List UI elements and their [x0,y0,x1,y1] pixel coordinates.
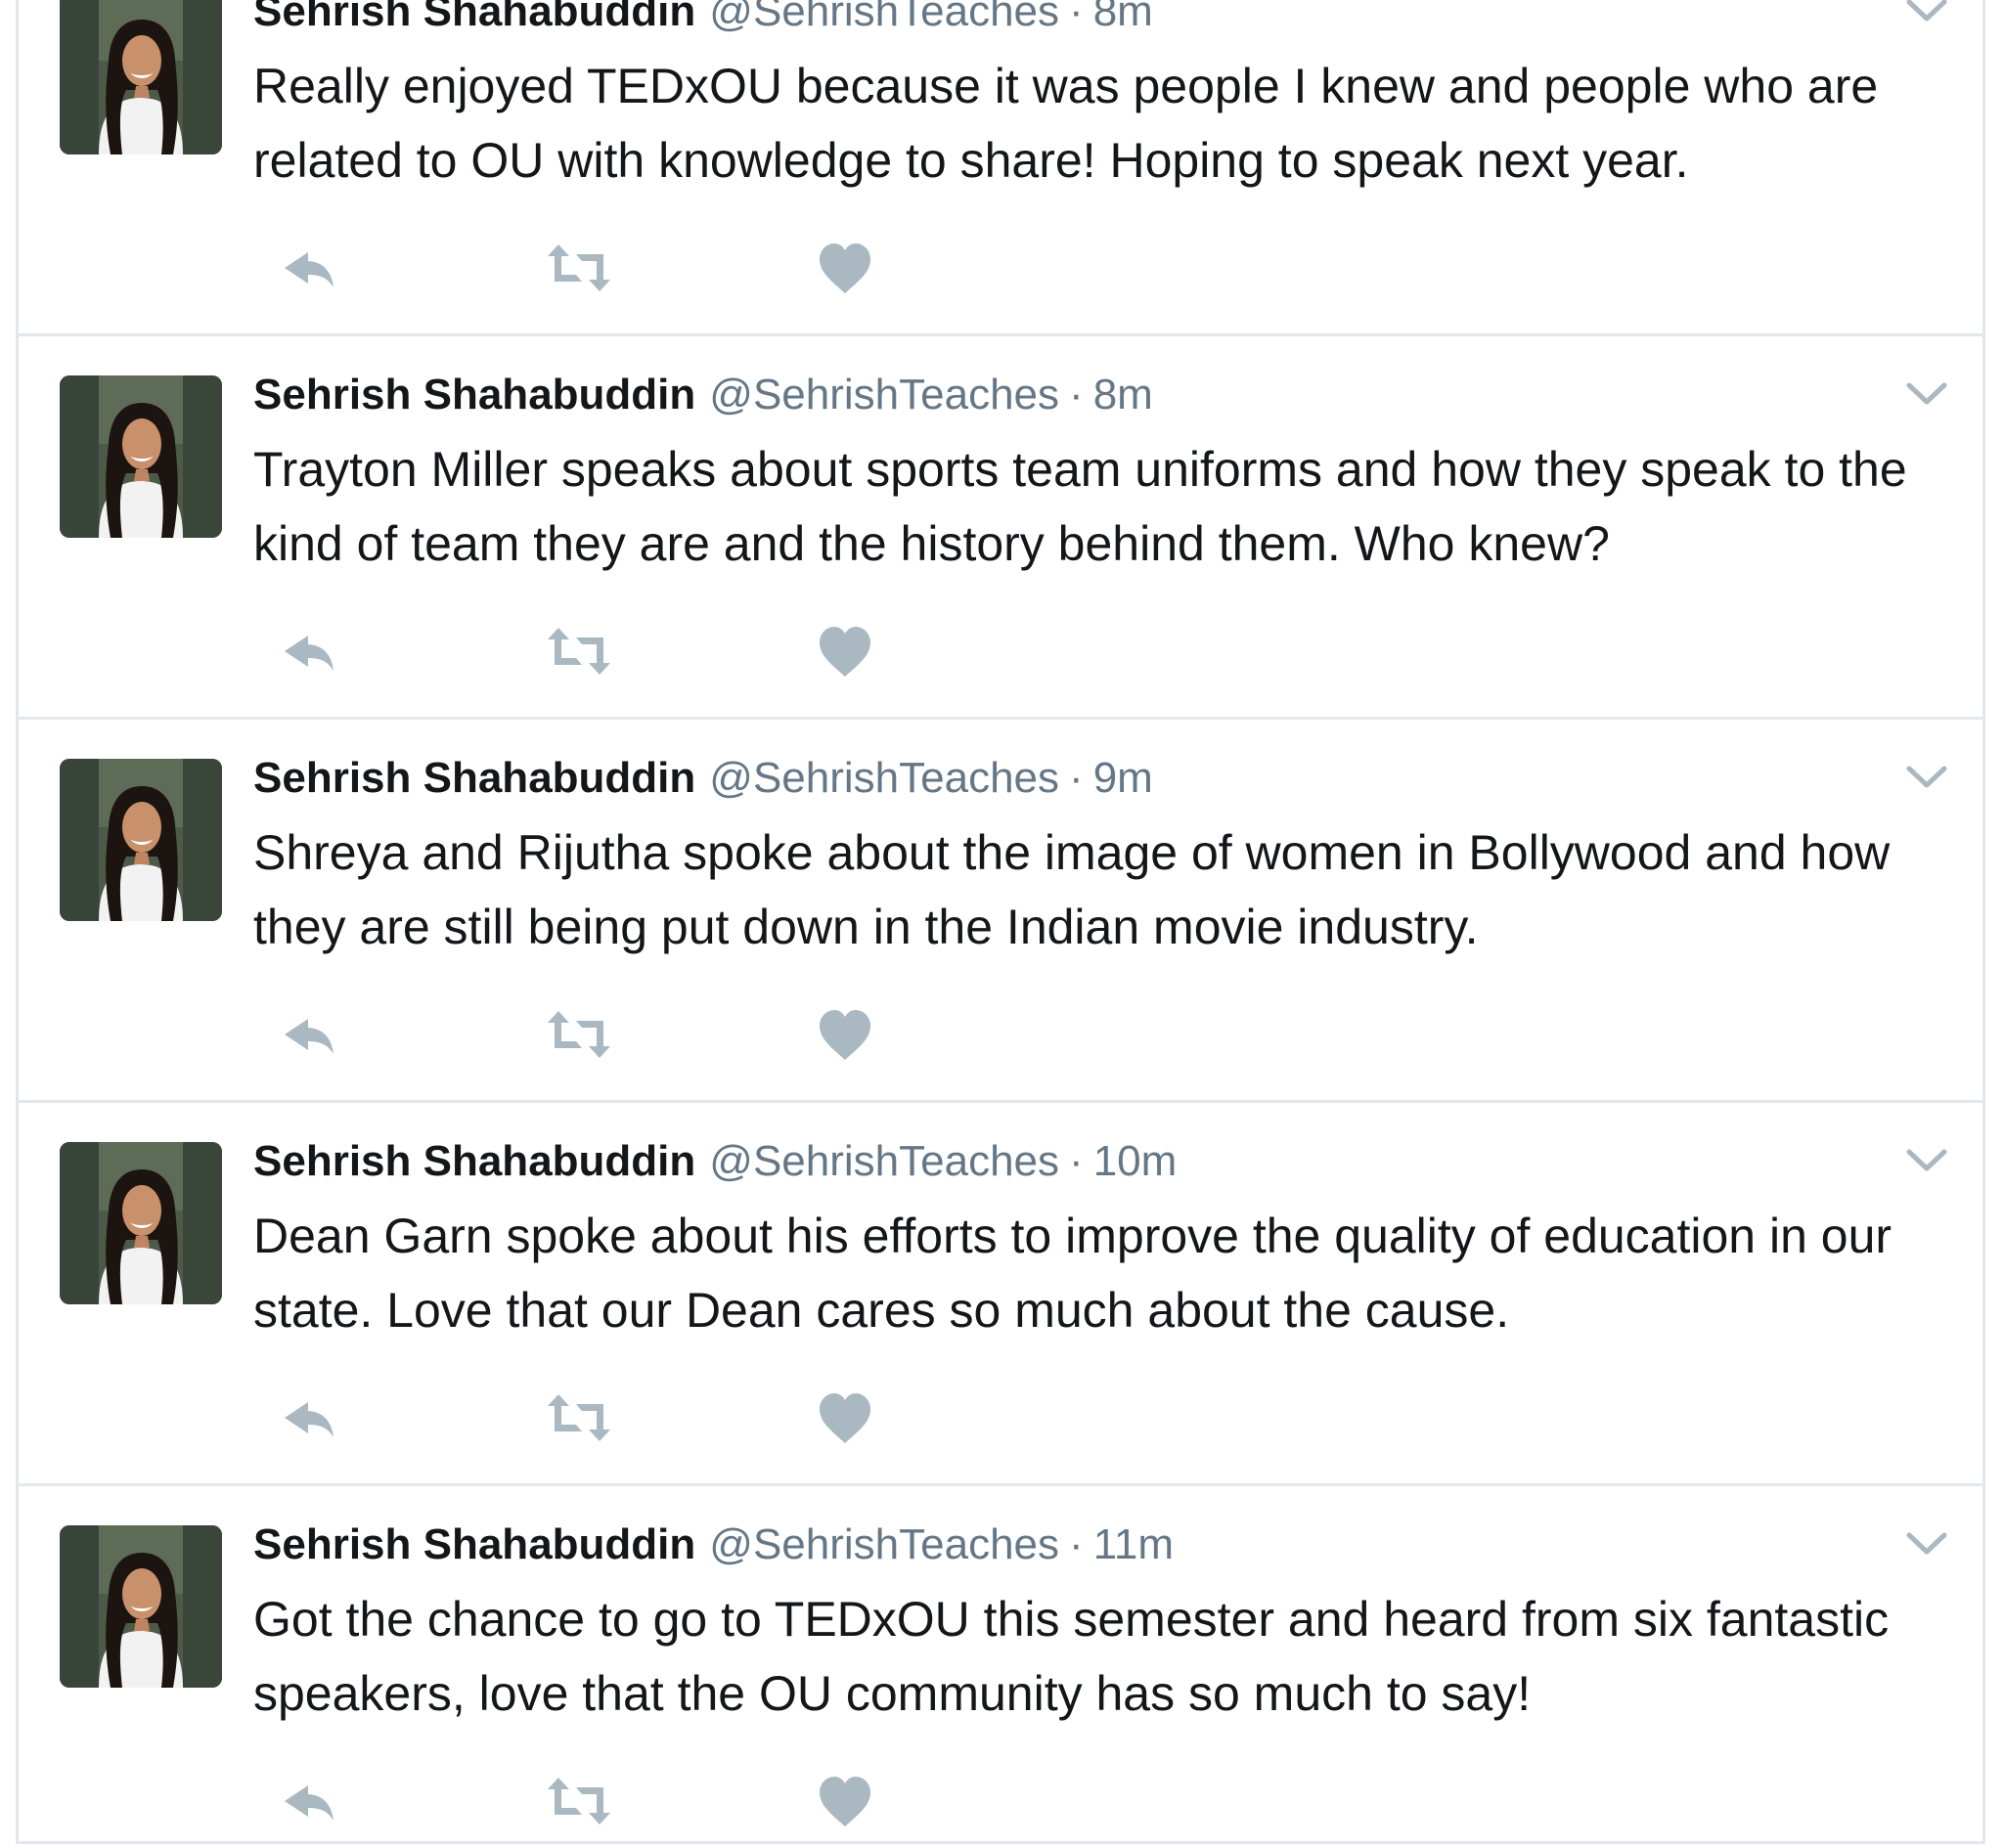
retweet-icon [548,628,610,675]
retweet-button[interactable] [545,622,613,681]
author-name[interactable]: Sehrish Shahabuddin [253,1137,695,1185]
like-button[interactable] [811,622,879,681]
tweet-timeline: Sehrish Shahabuddin @SehrishTeaches · 8m Re… [16,0,1985,1844]
chevron-down-icon [1906,766,1947,788]
reply-button[interactable] [273,239,341,297]
avatar[interactable] [60,375,222,538]
retweet-button[interactable] [545,1005,613,1064]
tweet-text: Shreya and Rijutha spoke about the image… [253,825,1891,954]
tweet-header: Sehrish Shahabuddin @SehrishTeaches · 8m [253,0,1924,41]
heart-icon [820,243,870,293]
tweet-menu-button[interactable] [1904,1529,1949,1559]
tweet-text: Trayton Miller speaks about sports team … [253,442,1907,571]
tweet-item[interactable]: Sehrish Shahabuddin @SehrishTeaches · 9m Sh… [19,720,1982,1103]
like-button[interactable] [811,1005,879,1064]
reply-icon [285,1785,334,1821]
reply-icon [285,1402,334,1437]
retweet-icon [548,1778,610,1825]
tweet-timestamp[interactable]: 10m [1093,1137,1178,1185]
author-handle[interactable]: @SehrishTeaches [709,371,1059,418]
profile-photo [60,1142,222,1304]
tweet-content: Sehrish Shahabuddin @SehrishTeaches · 11m G… [253,1516,1924,1731]
avatar[interactable] [60,1142,222,1304]
chevron-down-icon [1906,0,1947,22]
tweet-item[interactable]: Sehrish Shahabuddin @SehrishTeaches · 10m D… [19,1103,1982,1486]
heart-icon [820,1010,870,1060]
tweet-content: Sehrish Shahabuddin @SehrishTeaches · 8m Re… [253,0,1924,198]
heart-icon [820,1777,870,1826]
tweet-menu-button[interactable] [1904,379,1949,409]
author-handle[interactable]: @SehrishTeaches [709,1137,1059,1185]
separator-dot: · [1069,1520,1084,1568]
author-name[interactable]: Sehrish Shahabuddin [253,371,695,418]
author-handle[interactable]: @SehrishTeaches [709,0,1059,35]
author-name[interactable]: Sehrish Shahabuddin [253,0,695,35]
separator-dot: · [1069,371,1084,418]
profile-photo [60,1525,222,1688]
profile-photo [60,375,222,538]
tweet-menu-button[interactable] [1904,763,1949,792]
tweet-timestamp[interactable]: 8m [1093,371,1153,418]
retweet-button[interactable] [545,1388,613,1447]
like-button[interactable] [811,239,879,297]
tweet-content: Sehrish Shahabuddin @SehrishTeaches · 10m D… [253,1132,1924,1347]
tweet-content: Sehrish Shahabuddin @SehrishTeaches · 9m Sh… [253,749,1924,964]
tweet-item[interactable]: Sehrish Shahabuddin @SehrishTeaches · 11m G… [19,1486,1982,1844]
tweet-actions [253,622,938,681]
retweet-icon [548,1011,610,1058]
reply-icon [285,1019,334,1054]
separator-dot: · [1069,754,1084,802]
tweet-actions [253,1388,938,1447]
reply-button[interactable] [273,1772,341,1830]
tweet-menu-button[interactable] [1904,0,1949,25]
heart-icon [820,1393,870,1443]
profile-photo [60,0,222,154]
tweet-text: Got the chance to go to TEDxOU this seme… [253,1592,1890,1721]
tweet-timestamp[interactable]: 11m [1093,1520,1174,1568]
tweet-timestamp[interactable]: 8m [1093,0,1153,35]
reply-icon [285,636,334,671]
tweet-actions [253,1772,938,1830]
chevron-down-icon [1906,1149,1947,1171]
retweet-button[interactable] [545,239,613,297]
separator-dot: · [1069,0,1084,35]
tweet-timestamp[interactable]: 9m [1093,754,1153,802]
reply-button[interactable] [273,1005,341,1064]
separator-dot: · [1069,1137,1084,1185]
tweet-text: Really enjoyed TEDxOU because it was peo… [253,59,1879,188]
reply-button[interactable] [273,622,341,681]
author-name[interactable]: Sehrish Shahabuddin [253,1520,695,1568]
retweet-icon [548,1394,610,1441]
reply-button[interactable] [273,1388,341,1447]
tweet-header: Sehrish Shahabuddin @SehrishTeaches · 10m [253,1132,1924,1191]
author-handle[interactable]: @SehrishTeaches [709,754,1059,802]
tweet-header: Sehrish Shahabuddin @SehrishTeaches · 8m [253,366,1924,424]
tweet-menu-button[interactable] [1904,1146,1949,1175]
tweet-text: Dean Garn spoke about his efforts to imp… [253,1209,1892,1338]
chevron-down-icon [1906,1532,1947,1555]
author-name[interactable]: Sehrish Shahabuddin [253,754,695,802]
tweet-actions [253,1005,938,1064]
retweet-icon [548,244,610,291]
tweet-item[interactable]: Sehrish Shahabuddin @SehrishTeaches · 8m Tr… [19,336,1982,720]
author-handle[interactable]: @SehrishTeaches [709,1520,1059,1568]
heart-icon [820,627,870,677]
like-button[interactable] [811,1388,879,1447]
like-button[interactable] [811,1772,879,1830]
profile-photo [60,759,222,921]
tweet-header: Sehrish Shahabuddin @SehrishTeaches · 9m [253,749,1924,808]
tweet-content: Sehrish Shahabuddin @SehrishTeaches · 8m Tr… [253,366,1924,581]
tweet-item[interactable]: Sehrish Shahabuddin @SehrishTeaches · 8m Re… [19,0,1982,336]
tweet-header: Sehrish Shahabuddin @SehrishTeaches · 11m [253,1516,1924,1574]
tweet-actions [253,239,938,297]
chevron-down-icon [1906,382,1947,405]
avatar[interactable] [60,1525,222,1688]
avatar[interactable] [60,0,222,154]
retweet-button[interactable] [545,1772,613,1830]
reply-icon [285,252,334,287]
avatar[interactable] [60,759,222,921]
